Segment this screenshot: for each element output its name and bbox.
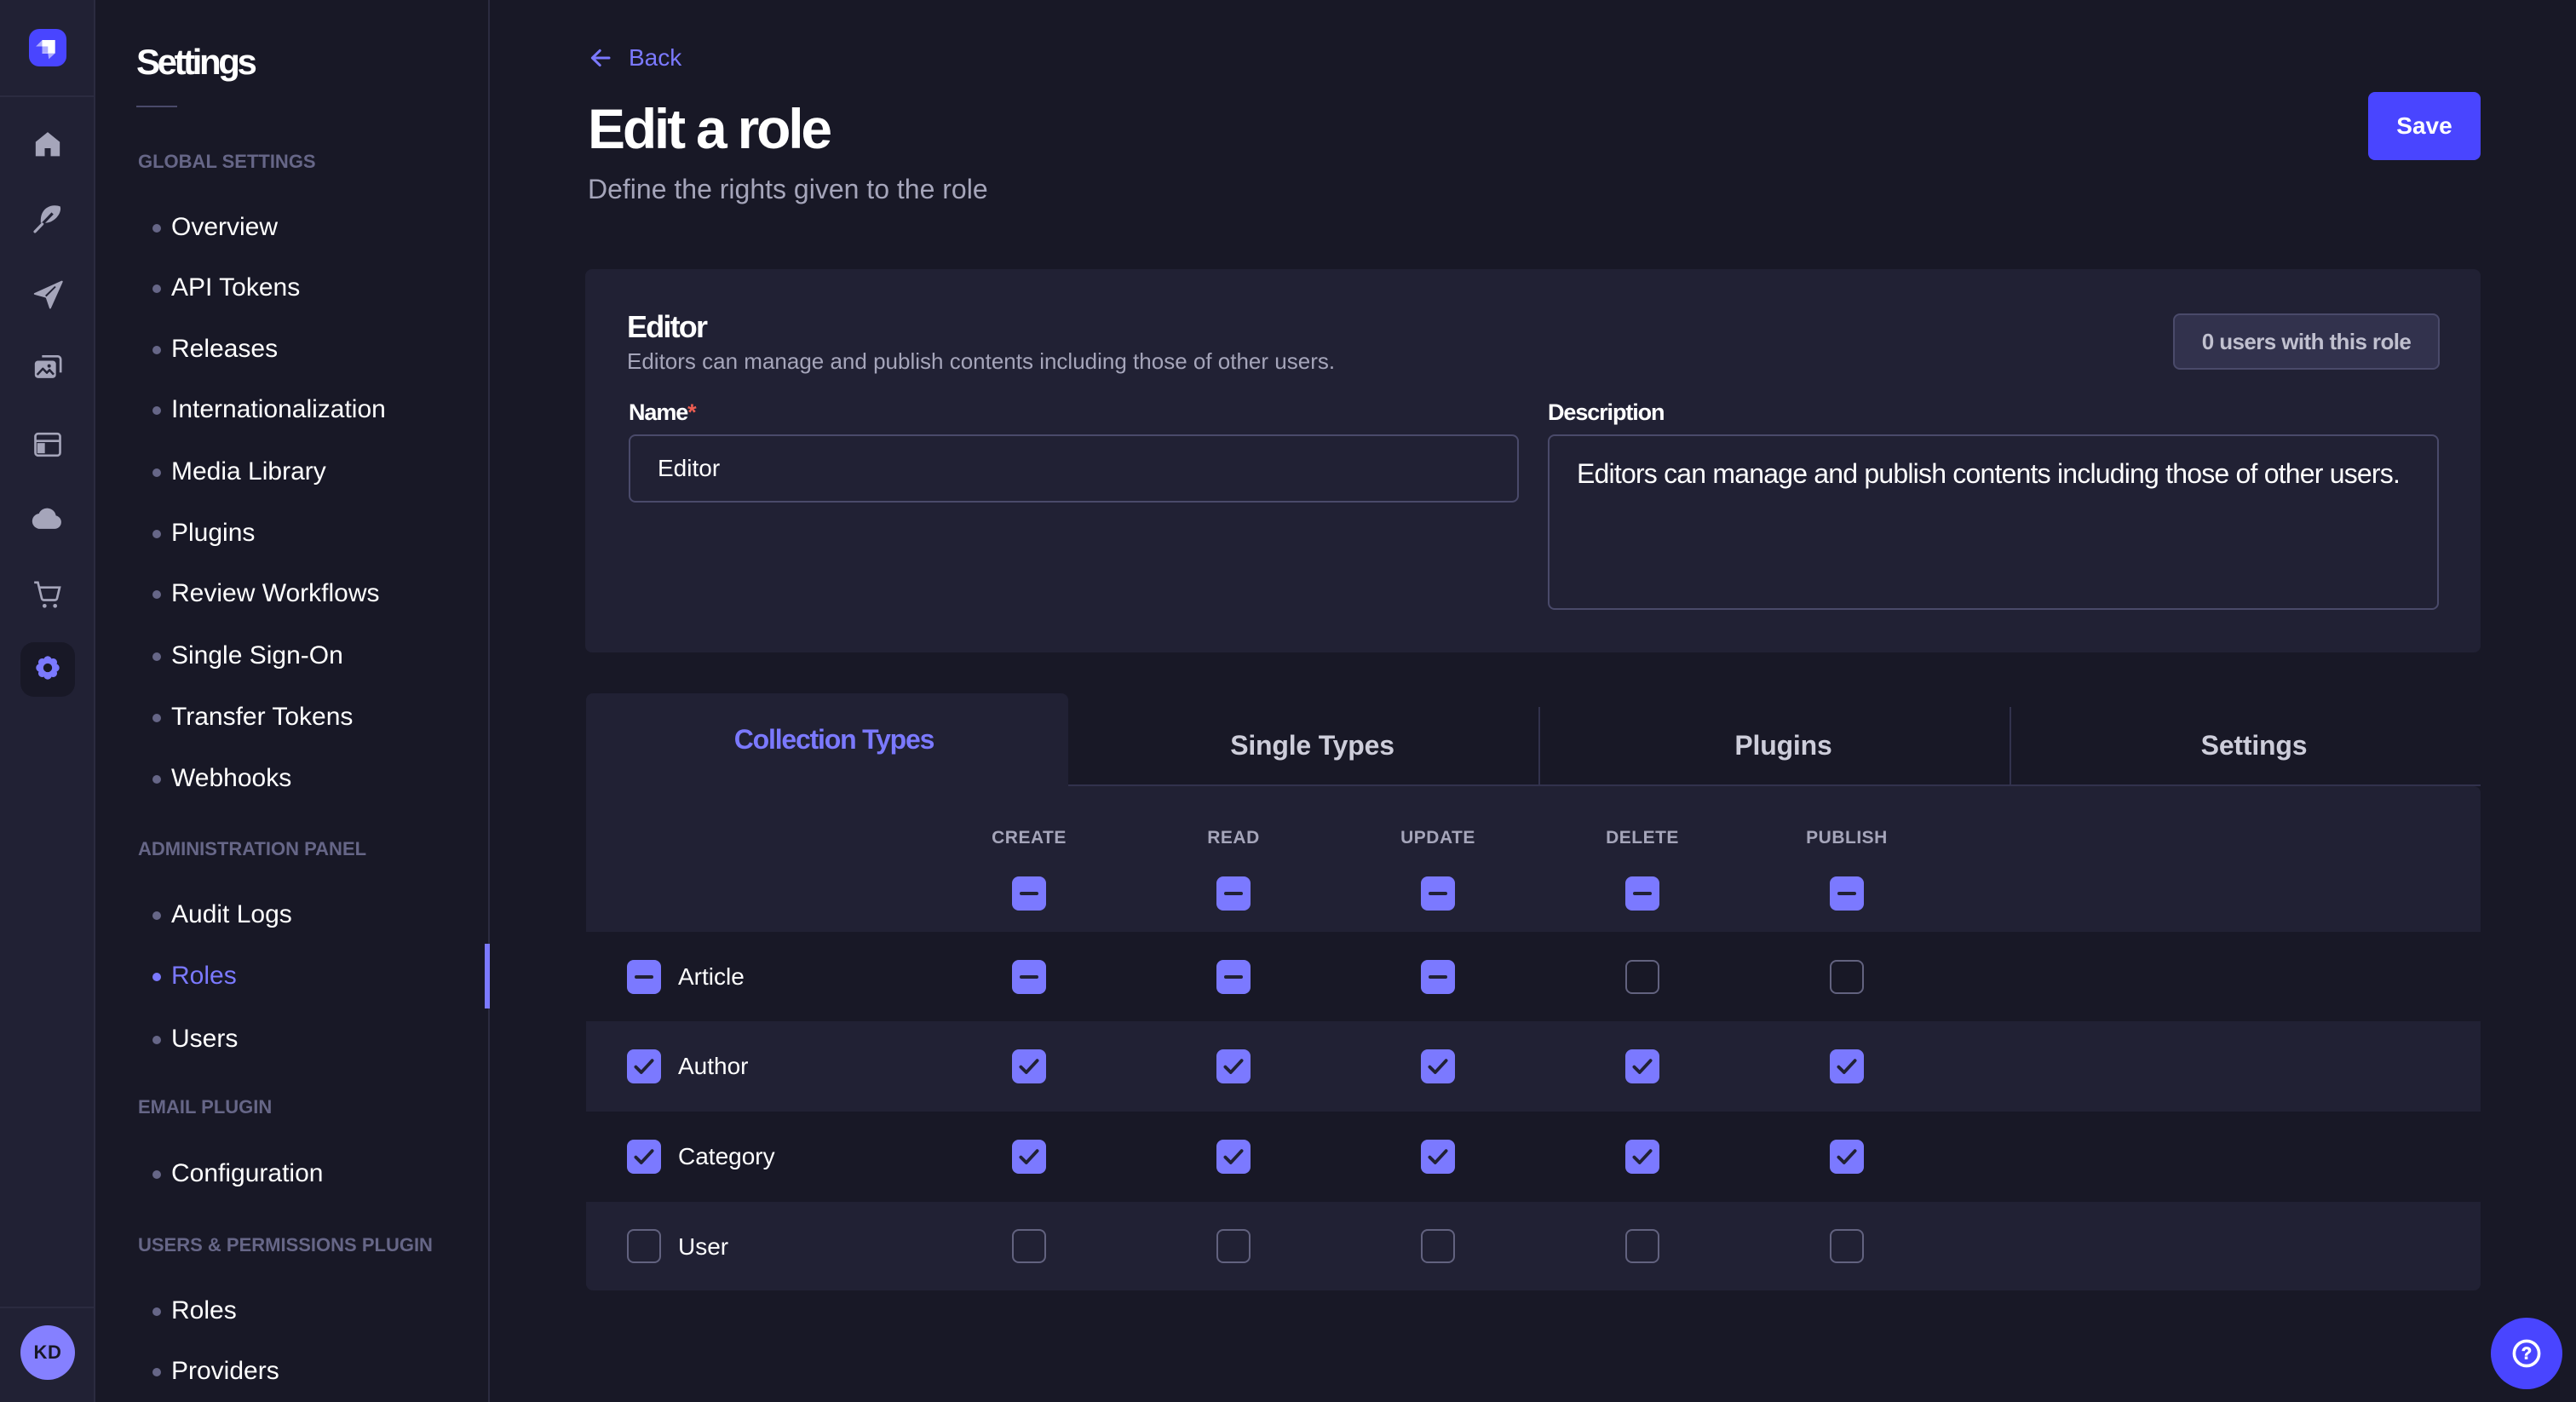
svg-text:?: ? <box>2521 1345 2532 1364</box>
